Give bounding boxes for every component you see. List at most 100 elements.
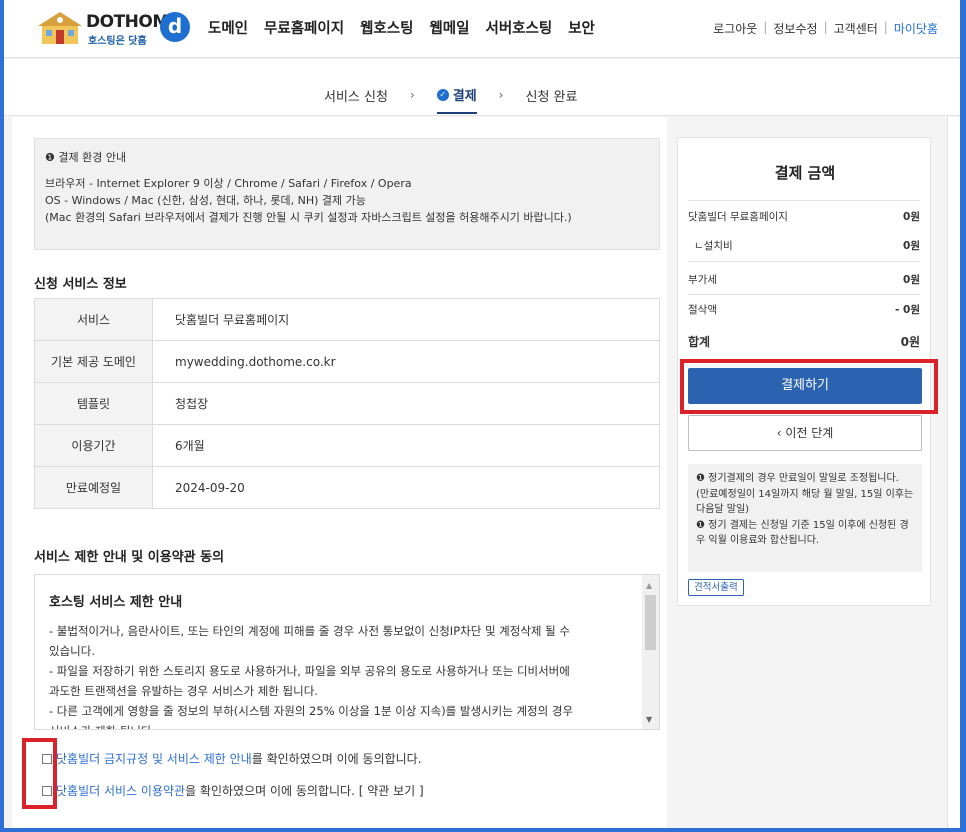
util-separator: |: [763, 20, 768, 34]
terms-scrollbar[interactable]: ▲ ▼: [642, 575, 659, 729]
terms-box-title: 호스팅 서비스 제한 안내: [49, 595, 183, 610]
table-row: 서비스 닷홈빌더 무료홈페이지: [34, 298, 660, 341]
scroll-up-icon[interactable]: ▲: [646, 581, 652, 590]
terms-line: - 파일을 저장하기 위한 스토리지 용도로 사용하거나, 파일을 외부 공유의…: [49, 664, 570, 678]
print-quote-button[interactable]: 견적서출력: [688, 579, 744, 596]
total-label: 합계: [688, 335, 711, 349]
main-content: ❶ 결제 환경 안내 브라우저 - Internet Explorer 9 이상…: [12, 117, 667, 828]
terms-line: 있습니다.: [49, 644, 95, 658]
nav-security[interactable]: 보안: [568, 17, 595, 38]
terms-scroll-box[interactable]: 호스팅 서비스 제한 안내 - 불법적이거나, 음란사이트, 또는 타인의 계정…: [34, 574, 660, 730]
row-label: 서비스: [34, 298, 153, 341]
edit-info-link[interactable]: 정보수정: [773, 20, 817, 37]
notice-line: OS - Windows / Mac (신한, 삼성, 현대, 하나, 롯데, …: [45, 194, 366, 207]
agree-restriction-row: 닷홈빌더 금지규정 및 서비스 제한 안내 를 확인하였으며 이에 동의합니다.: [42, 750, 422, 767]
terms-section-title: 서비스 제한 안내 및 이용약관 동의: [34, 550, 225, 565]
site-header: DOTHOME 호스팅은 닷홈 d 도메인 무료홈페이지 웹호스팅 웹메일 서버…: [4, 0, 960, 58]
step-service-apply: 서비스 신청: [324, 89, 388, 105]
price-label: 절삭액: [688, 304, 717, 316]
divider: [688, 261, 920, 262]
service-info-table: 서비스 닷홈빌더 무료홈페이지 기본 제공 도메인 mywedding.doth…: [34, 298, 660, 509]
total-value: 0원: [900, 335, 920, 349]
highlight-checkboxes: [22, 738, 57, 809]
price-label: 닷홈빌더 무료홈페이지: [688, 211, 788, 223]
terms-line: - 다른 고객에게 영향을 줄 정보의 부하(시스템 자원의 25% 이상을 1…: [49, 704, 574, 718]
page-right-edge: [947, 117, 960, 828]
terms-line: 서비스가 제한 됩니다.: [49, 721, 629, 729]
table-row: 만료예정일 2024-09-20: [34, 466, 660, 509]
step-payment-current: ✓ 결제: [436, 85, 477, 114]
row-label: 만료예정일: [34, 466, 153, 509]
table-row: 이용기간 6개월: [34, 424, 660, 467]
info-icon: ❶: [45, 151, 55, 164]
notice-line: (Mac 환경의 Safari 브라우저에서 결제가 진행 안될 시 쿠키 설정…: [45, 211, 572, 224]
price-label: ㄴ설치비: [694, 240, 733, 252]
logo-subtitle: 호스팅은 닷홈: [88, 36, 147, 47]
step-arrow-icon: ›: [409, 88, 415, 102]
restriction-notice-link[interactable]: 닷홈빌더 금지규정 및 서비스 제한 안내: [56, 750, 252, 767]
dothome-logo[interactable]: DOTHOME 호스팅은 닷홈 d: [34, 8, 194, 48]
notice-title: 결제 환경 안내: [58, 151, 127, 164]
nav-domain[interactable]: 도메인: [208, 17, 248, 38]
info-icon: ❶: [696, 473, 705, 484]
price-value: 0원: [903, 240, 920, 252]
payment-amount-title: 결제 금액: [774, 164, 836, 182]
payment-env-notice: ❶ 결제 환경 안내 브라우저 - Internet Explorer 9 이상…: [34, 138, 660, 250]
info-icon: ❶: [696, 519, 705, 531]
price-label: 부가세: [688, 274, 717, 286]
price-value: 0원: [903, 274, 920, 286]
table-row: 기본 제공 도메인 mywedding.dothome.co.kr: [34, 340, 660, 383]
progress-steps: 서비스 신청 › ✓ 결제 › 신청 완료: [4, 59, 960, 116]
util-separator: |: [823, 20, 828, 34]
util-separator: |: [883, 20, 888, 34]
nav-free-homepage[interactable]: 무료홈페이지: [264, 17, 344, 38]
step-payment-label: 결제: [452, 89, 477, 104]
agree-terms-text: 을 확인하였으며 이에 동의합니다. [ 약관 보기 ]: [185, 784, 424, 798]
terms-of-service-link[interactable]: 닷홈빌더 서비스 이용약관: [56, 782, 185, 799]
my-dothome-link[interactable]: 마이닷홈: [894, 20, 938, 37]
price-value: - 0원: [895, 304, 920, 316]
divider: [688, 294, 920, 295]
price-value: 0원: [903, 211, 920, 223]
main-nav: 도메인 무료홈페이지 웹호스팅 웹메일 서버호스팅 보안: [208, 17, 611, 38]
note-line: 정기결제의 경우 만료일이 말일로 조정됩니다. (만료예정일이 14일까지 해…: [696, 473, 914, 515]
row-label: 템플릿: [34, 382, 153, 425]
support-link[interactable]: 고객센터: [834, 20, 878, 37]
terms-line: 과도한 트랜잭션을 유발하는 경우 서비스가 제한 됩니다.: [49, 684, 318, 698]
scroll-down-icon[interactable]: ▼: [646, 715, 652, 724]
row-value: 닷홈빌더 무료홈페이지: [152, 298, 660, 341]
agree-terms-row: 닷홈빌더 서비스 이용약관 을 확인하였으며 이에 동의합니다. [ 약관 보기…: [42, 782, 424, 799]
nav-webmail[interactable]: 웹메일: [429, 17, 469, 38]
check-circle-icon: ✓: [436, 88, 449, 101]
note-line: 정기 결제는 신청일 기준 15일 이후에 신청된 경우 익월 이용료와 합산됩…: [696, 519, 909, 547]
agree-restriction-text: 를 확인하였으며 이에 동의합니다.: [251, 752, 422, 766]
service-info-title: 신청 서비스 정보: [34, 277, 127, 292]
logout-link[interactable]: 로그아웃: [713, 20, 757, 37]
logo-d-mark-icon: d: [160, 12, 190, 42]
row-label: 기본 제공 도메인: [34, 340, 153, 383]
row-value: 6개월: [152, 424, 660, 467]
step-complete: 신청 완료: [525, 89, 578, 105]
row-value: mywedding.dothome.co.kr: [152, 340, 660, 383]
divider: [688, 200, 920, 201]
nav-server-hosting[interactable]: 서버호스팅: [485, 17, 552, 38]
price-row: ㄴ설치비 0원: [688, 238, 920, 253]
row-value: 2024-09-20: [152, 466, 660, 509]
notice-line: 브라우저 - Internet Explorer 9 이상 / Chrome /…: [45, 177, 412, 190]
house-logo-icon: [38, 12, 82, 44]
price-row: 절삭액 - 0원: [688, 302, 920, 317]
step-arrow-icon: ›: [498, 88, 504, 102]
row-label: 이용기간: [34, 424, 153, 467]
terms-line: - 불법적이거나, 음란사이트, 또는 타인의 계정에 피해를 줄 경우 사전 …: [49, 624, 570, 638]
highlight-pay-button: [680, 359, 938, 414]
payment-note: ❶ 정기결제의 경우 만료일이 말일로 조정됩니다. (만료예정일이 14일까지…: [688, 464, 922, 572]
total-row: 합계 0원: [688, 333, 920, 350]
nav-web-hosting[interactable]: 웹호스팅: [360, 17, 413, 38]
row-value: 청첩장: [152, 382, 660, 425]
price-row: 닷홈빌더 무료홈페이지 0원: [688, 209, 920, 224]
scroll-thumb[interactable]: [645, 595, 656, 650]
previous-step-button[interactable]: ‹ 이전 단계: [688, 415, 922, 451]
utility-menu: 로그아웃 | 정보수정 | 고객센터 | 마이닷홈: [713, 20, 938, 37]
price-row: 부가세 0원: [688, 272, 920, 287]
browser-frame: DOTHOME 호스팅은 닷홈 d 도메인 무료홈페이지 웹호스팅 웹메일 서버…: [4, 0, 960, 828]
